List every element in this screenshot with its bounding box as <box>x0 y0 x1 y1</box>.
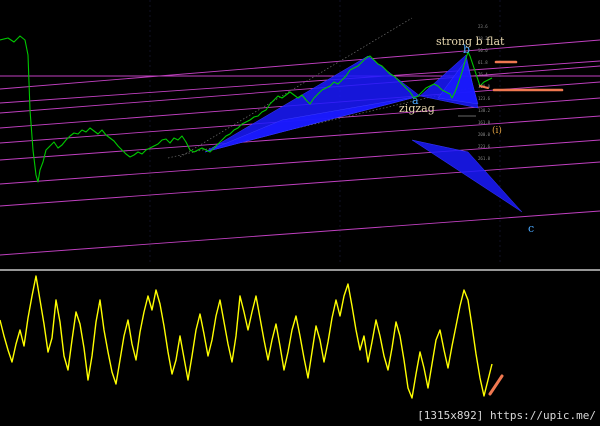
oscillator-series <box>0 275 493 399</box>
fib-level-8: 161.8 <box>478 120 491 125</box>
fib-level-0: 23.6 <box>478 24 488 29</box>
channel-line-6 <box>0 139 600 185</box>
label-wave-c: c <box>528 222 534 235</box>
label-wave-i: (i) <box>492 125 502 136</box>
oscillator-marker <box>488 374 504 396</box>
fib-level-9: 200.0 <box>478 132 491 137</box>
pattern-triangle-3 <box>411 139 523 213</box>
label-strong-b-flat: strong b flat <box>436 35 505 48</box>
fib-level-10: 223.6 <box>478 144 491 149</box>
fib-level-7: 138.2 <box>478 108 491 113</box>
oscillator-line <box>0 275 493 399</box>
channel-line-8 <box>0 210 600 256</box>
fib-level-6: 123.6 <box>478 96 491 101</box>
oscillator-marker-line <box>488 374 504 396</box>
label-wave-a: a <box>412 94 419 107</box>
channel-lines <box>0 39 600 256</box>
fib-level-11: 261.8 <box>478 156 491 161</box>
label-wave-b: b <box>463 43 470 56</box>
fib-level-4: 76.4 <box>478 72 488 77</box>
watermark-text: [1315x892] https://upic.me/ <box>417 409 596 422</box>
fib-level-2: 50.0 <box>478 48 488 53</box>
chart-canvas: 23.638.250.061.876.4100.0123.6138.2161.8… <box>0 0 600 422</box>
fib-level-3: 61.8 <box>478 60 488 65</box>
